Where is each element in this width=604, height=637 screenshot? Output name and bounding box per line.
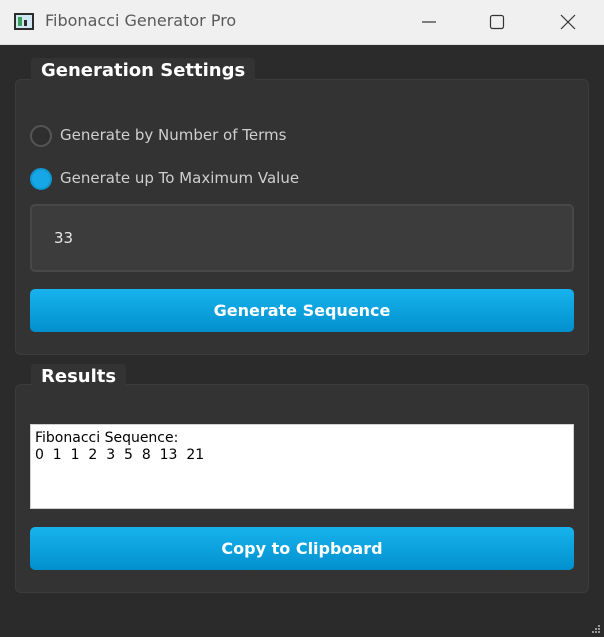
radio-circle-unchecked[interactable]	[30, 125, 52, 147]
close-button[interactable]	[545, 0, 591, 44]
results-title: Results	[31, 364, 127, 390]
copy-to-clipboard-button[interactable]: Copy to Clipboard	[30, 527, 574, 570]
maximize-icon	[489, 14, 505, 30]
resize-grip-icon[interactable]	[592, 625, 600, 633]
radio-circle-checked[interactable]	[30, 168, 52, 190]
radio-label-maximum-value[interactable]: Generate up To Maximum Value	[60, 169, 299, 187]
results-sequence: 0 1 1 2 3 5 8 13 21	[35, 447, 205, 463]
generation-settings-title: Generation Settings	[31, 58, 256, 84]
close-icon	[560, 14, 576, 30]
maximum-value-input[interactable]	[30, 204, 574, 272]
app-chart-icon	[14, 13, 34, 30]
maximize-button[interactable]	[474, 0, 520, 44]
results-text-area[interactable]: Fibonacci Sequence: 0 1 1 2 3 5 8 13 21	[30, 424, 574, 509]
generate-sequence-button[interactable]: Generate Sequence	[30, 289, 574, 332]
title-bar: Fibonacci Generator Pro	[0, 0, 604, 45]
results-header: Fibonacci Sequence:	[35, 430, 179, 446]
minimize-button[interactable]	[406, 0, 452, 44]
minimize-icon	[422, 21, 436, 23]
window-title: Fibonacci Generator Pro	[45, 11, 237, 30]
radio-label-number-of-terms[interactable]: Generate by Number of Terms	[60, 126, 286, 144]
